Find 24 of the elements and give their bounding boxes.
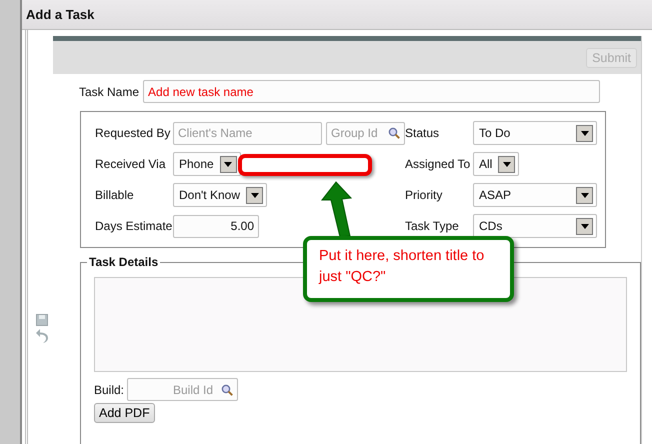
build-label: Build: (94, 382, 124, 396)
field-label: Requested By (95, 126, 172, 140)
section-legend: Task Details (87, 255, 160, 269)
window-title: Add a Task (26, 7, 94, 22)
dropdown[interactable]: ASAP (473, 183, 597, 207)
dropdown[interactable]: Phone (173, 152, 241, 176)
dropdown[interactable]: All (473, 152, 520, 176)
dropdown[interactable]: To Do (473, 121, 597, 145)
dropdown[interactable]: CDs (473, 214, 597, 238)
field-label: Priority (405, 188, 444, 202)
task-name-field[interactable]: Add new task name (143, 80, 600, 103)
field-label: Received Via (95, 157, 166, 171)
field-label: Days Estimate (95, 219, 173, 233)
search-icon[interactable] (221, 384, 234, 396)
field-label: Status (405, 126, 440, 140)
dropdown[interactable]: Don't Know (173, 183, 267, 207)
field-label: Task Type (405, 219, 460, 233)
add-pdf-button[interactable]: Add PDF (94, 403, 155, 423)
days-estimate-field[interactable]: 5.00 (173, 214, 259, 238)
task-name-label: Task Name (79, 84, 140, 98)
search-icon[interactable] (388, 127, 400, 139)
annotation-tooltip: Put it here, shorten title to just "QC?" (303, 236, 514, 302)
field-label: Assigned To (405, 157, 472, 171)
field-label: Billable (95, 188, 135, 202)
